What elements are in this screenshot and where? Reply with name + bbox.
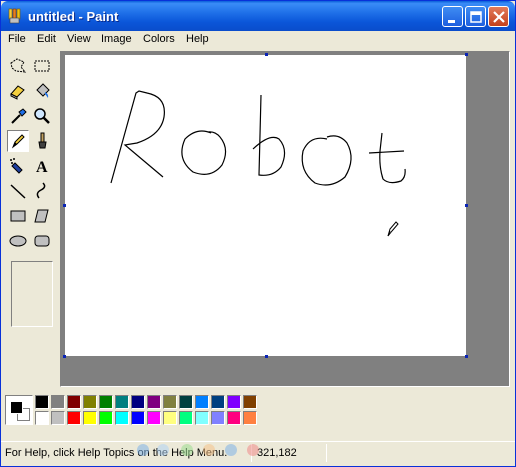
menu-help[interactable]: Help: [186, 33, 209, 45]
eyedropper-icon: [11, 108, 27, 124]
ellipse-icon: [9, 235, 27, 247]
color-swatch[interactable]: [195, 395, 209, 409]
pencil-icon: [11, 134, 25, 149]
menu-image[interactable]: Image: [101, 33, 132, 45]
color-swatch[interactable]: [115, 395, 129, 409]
resize-handle-bottom-left: [63, 355, 66, 358]
resize-handle-top: [265, 53, 268, 56]
polygon-tool[interactable]: [31, 205, 53, 227]
color-swatch[interactable]: [179, 395, 193, 409]
free-form-select-tool[interactable]: [7, 55, 29, 77]
color-swatch[interactable]: [211, 395, 225, 409]
line-tool[interactable]: [7, 180, 29, 202]
resize-handle-right[interactable]: [465, 204, 468, 207]
color-swatch[interactable]: [99, 395, 113, 409]
fill-tool[interactable]: [31, 80, 53, 102]
color-swatch[interactable]: [163, 411, 177, 425]
resize-handle-bottom[interactable]: [265, 355, 268, 358]
color-swatch[interactable]: [195, 411, 209, 425]
curve-tool[interactable]: [31, 180, 53, 202]
text-tool[interactable]: A: [31, 155, 53, 177]
pick-color-tool[interactable]: [7, 105, 29, 127]
paint-window: untitled - Paint File Edit View Image Co…: [0, 0, 516, 467]
color-swatch[interactable]: [83, 411, 97, 425]
svg-text:A: A: [36, 159, 48, 176]
color-swatch[interactable]: [99, 411, 113, 425]
toolbox: A: [1, 51, 59, 387]
color-swatch[interactable]: [51, 395, 65, 409]
color-swatch[interactable]: [131, 395, 145, 409]
color-swatch[interactable]: [83, 395, 97, 409]
resize-handle-top-right: [465, 53, 468, 56]
pencil-tool[interactable]: [7, 130, 29, 152]
free-form-select-icon: [10, 58, 27, 73]
rectangle-tool[interactable]: [7, 205, 29, 227]
maximize-button[interactable]: [465, 6, 486, 27]
color-swatch[interactable]: [35, 395, 49, 409]
color-swatch[interactable]: [115, 411, 129, 425]
color-swatch[interactable]: [67, 411, 81, 425]
rounded-rectangle-icon: [34, 235, 50, 247]
title-bar[interactable]: untitled - Paint: [1, 1, 515, 31]
maximize-icon: [470, 11, 482, 23]
minimize-button[interactable]: [442, 6, 463, 27]
handwritten-robot-drawing: [110, 90, 406, 237]
line-icon: [10, 184, 26, 199]
magnifier-icon: [34, 108, 50, 124]
color-swatch[interactable]: [131, 411, 145, 425]
paint-bucket-icon: [36, 83, 50, 98]
menu-bar: File Edit View Image Colors Help: [1, 31, 515, 49]
color-swatch[interactable]: [35, 411, 49, 425]
menu-colors[interactable]: Colors: [143, 33, 175, 45]
resize-handle-left: [63, 204, 66, 207]
curve-icon: [36, 182, 46, 199]
current-colors-box: [5, 395, 33, 425]
rounded-rectangle-tool[interactable]: [31, 230, 53, 252]
menu-file[interactable]: File: [8, 33, 26, 45]
airbrush-tool[interactable]: [7, 155, 29, 177]
brush-tool[interactable]: [31, 130, 53, 152]
color-swatch[interactable]: [227, 411, 241, 425]
close-button[interactable]: [488, 6, 509, 27]
tool-options-box[interactable]: [11, 261, 53, 327]
rect-select-icon: [34, 60, 50, 72]
canvas-area: [60, 51, 510, 387]
color-swatch[interactable]: [67, 395, 81, 409]
color-swatch[interactable]: [243, 395, 257, 409]
color-swatch[interactable]: [163, 395, 177, 409]
window-title: untitled - Paint: [28, 9, 119, 24]
color-palette: [1, 389, 515, 434]
watermark-logo: [137, 444, 259, 456]
color-swatch[interactable]: [227, 395, 241, 409]
magnifier-tool[interactable]: [31, 105, 53, 127]
eraser-icon: [10, 85, 25, 100]
color-swatch[interactable]: [147, 411, 161, 425]
rectangle-icon: [10, 210, 26, 222]
color-swatch[interactable]: [243, 411, 257, 425]
color-swatch[interactable]: [211, 411, 225, 425]
close-icon: [493, 11, 505, 23]
drawing-canvas[interactable]: [65, 55, 466, 356]
rect-select-tool[interactable]: [31, 55, 53, 77]
status-separator: [326, 444, 327, 462]
menu-edit[interactable]: Edit: [37, 33, 56, 45]
color-swatch[interactable]: [51, 411, 65, 425]
minimize-icon: [448, 20, 455, 23]
pencil-cursor-icon: [387, 221, 399, 237]
paint-app-icon: [8, 8, 21, 24]
color-swatch[interactable]: [179, 411, 193, 425]
color-swatch[interactable]: [147, 395, 161, 409]
menu-view[interactable]: View: [67, 33, 91, 45]
ellipse-tool[interactable]: [7, 230, 29, 252]
resize-handle-bottom-right[interactable]: [465, 355, 468, 358]
foreground-color: [10, 401, 23, 414]
polygon-icon: [34, 209, 49, 223]
eraser-tool[interactable]: [7, 80, 29, 102]
text-icon: A: [36, 159, 48, 176]
airbrush-icon: [10, 158, 23, 174]
brush-icon: [38, 132, 47, 149]
